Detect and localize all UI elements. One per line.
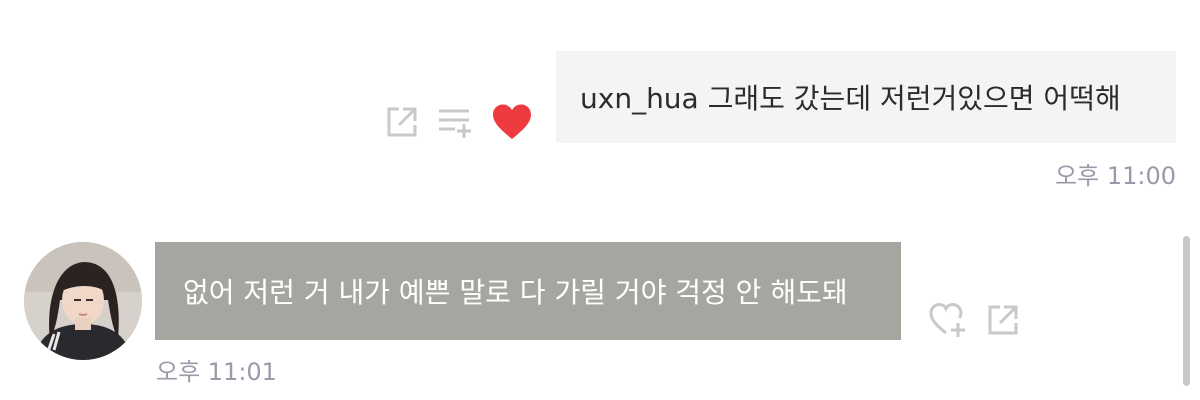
incoming-message-time: 오후 11:01 xyxy=(156,358,277,386)
outgoing-message-actions xyxy=(385,100,533,144)
incoming-message-text: 없어 저런 거 내가 예쁜 말로 다 가릴 거야 걱정 안 해도돼 xyxy=(183,276,848,309)
heart-add-icon[interactable] xyxy=(928,301,968,339)
avatar[interactable] xyxy=(24,242,142,360)
playlist-add-icon[interactable] xyxy=(437,104,473,140)
heart-filled-icon[interactable] xyxy=(491,103,533,141)
outgoing-message-text: uxn_hua 그래도 갔는데 저런거있으면 어떡해 xyxy=(580,82,1121,115)
outgoing-message-time: 오후 11:00 xyxy=(1055,162,1176,190)
avatar-image xyxy=(24,242,142,360)
incoming-message-bubble[interactable]: 없어 저런 거 내가 예쁜 말로 다 가릴 거야 걱정 안 해도돼 xyxy=(155,242,901,340)
share-icon[interactable] xyxy=(986,303,1020,337)
scrollbar[interactable] xyxy=(1183,236,1190,386)
incoming-message-actions xyxy=(928,298,1020,342)
outgoing-message-bubble[interactable]: uxn_hua 그래도 갔는데 저런거있으면 어떡해 xyxy=(556,51,1176,143)
share-icon[interactable] xyxy=(385,105,419,139)
